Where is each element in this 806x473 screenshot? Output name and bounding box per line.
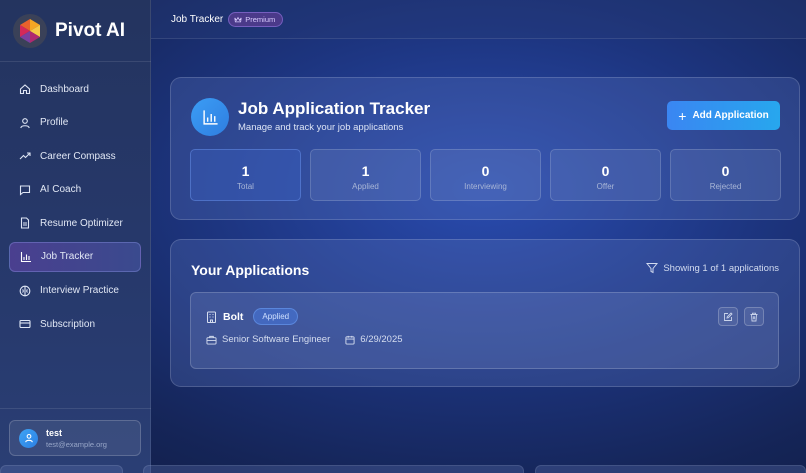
sidebar-item-label: AI Coach	[40, 184, 82, 196]
stat-label: Applied	[352, 182, 379, 191]
page-subtitle: Manage and track your job applications	[238, 122, 404, 133]
sidebar-item-label: Resume Optimizer	[40, 217, 123, 229]
sidebar-item-dashboard[interactable]: Dashboard	[9, 74, 141, 104]
stat-label: Offer	[596, 182, 615, 191]
list-item[interactable]: Bolt Applied Senior Software Engineer 6/…	[190, 292, 779, 369]
pivot-logo-icon	[13, 13, 47, 48]
sidebar-item-interview-practice[interactable]: Interview Practice	[9, 276, 141, 306]
stat-value: 1	[241, 163, 250, 179]
stat-rejected: 0 Rejected	[670, 149, 781, 201]
trash-icon	[750, 312, 758, 321]
user-email: test@example.org	[46, 439, 107, 449]
user-icon	[18, 116, 31, 129]
tracker-panel: Job Application Tracker Manage and track…	[170, 77, 800, 220]
home-icon	[18, 83, 31, 96]
bar-chart-icon	[191, 98, 229, 136]
top-bar: Job Tracker Premium	[151, 0, 806, 39]
bottom-edge-panel	[143, 465, 524, 473]
sidebar-item-subscription[interactable]: Subscription	[9, 309, 141, 339]
sidebar-nav: Dashboard Profile Career Compass AI Coac…	[9, 74, 141, 343]
delete-button[interactable]	[744, 307, 764, 326]
applied-date: 6/29/2025	[360, 334, 403, 345]
avatar	[19, 428, 38, 448]
sidebar-item-ai-coach[interactable]: AI Coach	[9, 175, 141, 205]
status-badge: Applied	[253, 308, 299, 325]
company-name: Bolt	[223, 310, 244, 323]
stat-value: 0	[721, 163, 730, 179]
user-name: test	[46, 427, 63, 438]
stat-offer: 0 Offer	[550, 149, 661, 201]
sidebar-item-label: Profile	[40, 117, 69, 129]
section-title: Your Applications	[191, 262, 310, 278]
sidebar-item-label: Job Tracker	[41, 251, 94, 263]
sidebar-item-label: Subscription	[40, 318, 96, 330]
bottom-edge-panel	[535, 465, 806, 473]
breadcrumb: Job Tracker	[171, 13, 224, 25]
sidebar-item-career-compass[interactable]: Career Compass	[9, 141, 141, 171]
brand[interactable]: Pivot AI	[0, 0, 151, 62]
credit-card-icon	[18, 318, 31, 331]
crown-icon	[234, 16, 242, 22]
stat-label: Rejected	[709, 182, 742, 191]
edit-icon	[724, 311, 733, 321]
stat-total: 1 Total	[190, 149, 301, 201]
sidebar-item-label: Dashboard	[40, 83, 89, 95]
user-menu[interactable]: test test@example.org	[9, 420, 141, 456]
sidebar-item-profile[interactable]: Profile	[9, 108, 141, 138]
sidebar-item-resume-optimizer[interactable]: Resume Optimizer	[9, 208, 141, 238]
stat-value: 0	[601, 163, 610, 179]
sidebar: Pivot AI Dashboard Profile Career Compas…	[0, 0, 151, 473]
add-application-label: Add Application	[692, 110, 769, 121]
stat-applied: 1 Applied	[310, 149, 421, 201]
brain-icon	[18, 284, 31, 297]
position-title: Senior Software Engineer	[222, 334, 331, 345]
app-name: Pivot AI	[55, 19, 126, 41]
edit-button[interactable]	[718, 307, 738, 326]
sidebar-item-job-tracker[interactable]: Job Tracker	[9, 241, 141, 272]
stat-value: 1	[361, 163, 370, 179]
page-title: Job Application Tracker	[238, 99, 431, 118]
stat-label: Total	[237, 182, 254, 191]
showing-count: Showing 1 of 1 applications	[663, 262, 779, 274]
trending-up-icon	[18, 150, 31, 163]
filter-status[interactable]: Showing 1 of 1 applications	[646, 262, 779, 274]
premium-badge-label: Premium	[245, 14, 276, 24]
add-application-button[interactable]: + Add Application	[667, 101, 780, 130]
applications-panel: Your Applications Showing 1 of 1 applica…	[170, 239, 800, 387]
bar-chart-icon	[19, 250, 32, 263]
stat-label: Interviewing	[464, 182, 507, 191]
chat-icon	[18, 183, 31, 196]
user-area: test test@example.org	[0, 408, 151, 473]
calendar-icon	[345, 335, 355, 345]
stat-value: 0	[481, 163, 490, 179]
premium-badge: Premium	[228, 11, 284, 27]
sidebar-item-label: Interview Practice	[40, 285, 119, 297]
building-icon	[207, 311, 216, 323]
briefcase-icon	[206, 335, 217, 345]
plus-icon: +	[678, 107, 687, 124]
filter-icon	[646, 263, 659, 274]
bottom-edge-panel	[0, 465, 123, 473]
stat-interviewing: 0 Interviewing	[430, 149, 541, 201]
document-icon	[18, 217, 31, 230]
sidebar-item-label: Career Compass	[40, 150, 116, 162]
